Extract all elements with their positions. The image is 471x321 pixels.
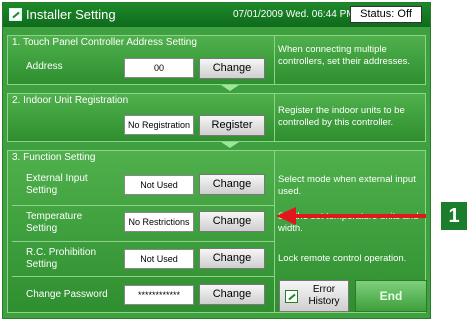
section-description: When connecting multiple controllers, se… — [278, 44, 411, 67]
change-password-button[interactable]: Change — [199, 284, 265, 305]
error-history-button[interactable]: Error History — [279, 280, 349, 312]
date-time: 07/01/2009 Wed. 06:44 PM — [233, 9, 355, 20]
end-button[interactable]: End — [355, 280, 427, 312]
screen-title: Installer Setting — [26, 7, 116, 22]
address-change-button[interactable]: Change — [199, 58, 265, 79]
rc-prohibition-value: Not Used — [124, 249, 194, 269]
pencil-edit-icon — [285, 290, 298, 303]
section-divider — [274, 94, 275, 141]
address-value: 00 — [124, 58, 194, 78]
row-divider — [12, 205, 275, 206]
rc-prohibition-description: Lock remote control operation. — [278, 253, 407, 264]
pencil-edit-icon — [9, 8, 22, 21]
registration-value: No Registration — [124, 115, 194, 135]
external-input-change-button[interactable]: Change — [199, 174, 265, 195]
section-chevron-icon — [221, 85, 239, 91]
external-input-label: External Input Setting — [26, 173, 88, 196]
touch-panel-address-section: 1. Touch Panel Controller Address Settin… — [7, 35, 426, 85]
indoor-unit-registration-section: 2. Indoor Unit Registration No Registrat… — [7, 93, 426, 142]
rc-prohibition-change-button[interactable]: Change — [199, 248, 265, 269]
row-divider — [12, 276, 275, 277]
external-input-value: Not Used — [124, 175, 194, 195]
rc-prohibition-label: R.C. Prohibition Setting — [26, 247, 97, 270]
address-label: Address — [26, 61, 63, 72]
section-divider — [274, 36, 275, 84]
title-bar: Installer Setting 07/01/2009 Wed. 06:44 … — [3, 3, 430, 27]
error-history-label: Error History — [308, 284, 340, 307]
status-badge: Status: Off — [350, 6, 422, 23]
section-divider — [274, 151, 275, 312]
register-button[interactable]: Register — [199, 115, 265, 136]
password-value: ************ — [124, 285, 194, 305]
external-input-description: Select mode when external input used. — [278, 174, 416, 197]
section-description: Register the indoor units to be controll… — [278, 105, 405, 128]
change-password-label: Change Password — [26, 289, 108, 300]
temperature-change-button[interactable]: Change — [199, 211, 265, 232]
section-title: 2. Indoor Unit Registration — [12, 95, 129, 106]
row-divider — [12, 241, 275, 242]
arrow-left-icon — [276, 207, 296, 225]
callout-arrow-line — [294, 214, 426, 218]
temperature-setting-label: Temperature Setting — [26, 211, 83, 234]
section-title: 3. Function Setting — [12, 152, 96, 163]
section-title: 1. Touch Panel Controller Address Settin… — [12, 37, 197, 48]
temperature-setting-value: No Restrictions — [124, 212, 194, 232]
installer-setting-screen: Installer Setting 07/01/2009 Wed. 06:44 … — [2, 2, 431, 319]
section-chevron-icon — [221, 142, 239, 148]
callout-number-badge: 1 — [441, 202, 467, 230]
